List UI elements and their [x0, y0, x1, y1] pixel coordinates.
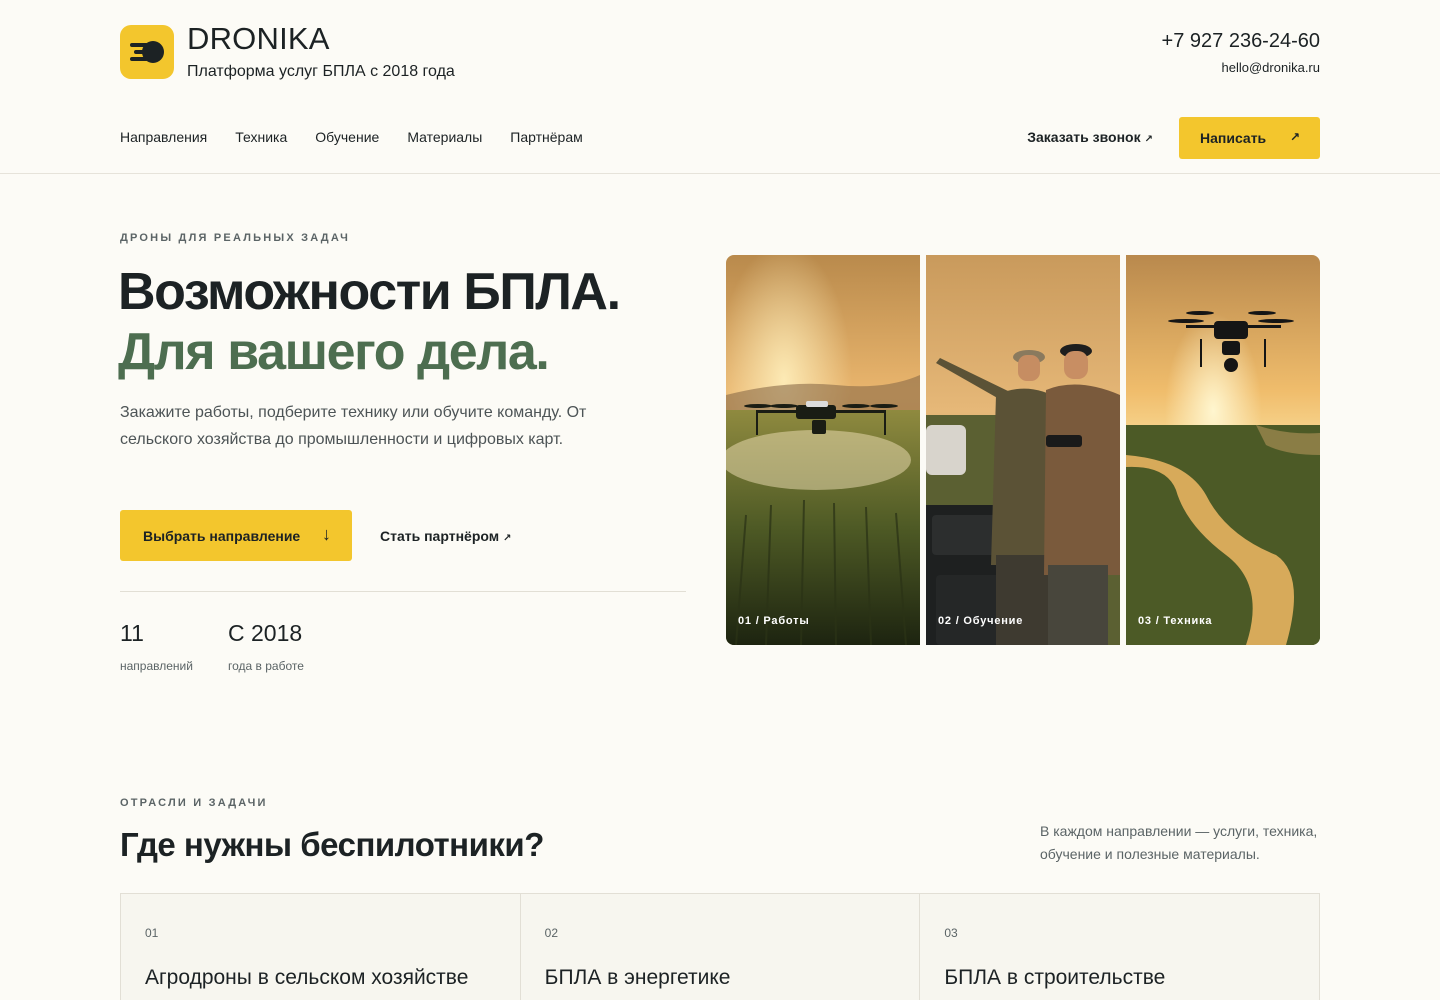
industries-note: В каждом направлении — услуги, техника, …: [1040, 823, 1318, 862]
become-partner-label: Стать партнёром: [380, 528, 500, 544]
drone-river-photo: [1126, 255, 1320, 645]
pilots-photo: [926, 255, 1120, 645]
nav-item-materials[interactable]: Материалы: [407, 129, 482, 145]
hero-gallery: 01 / Работы 02 / Обучение 03 / Техника: [726, 255, 1320, 645]
industries-eyebrow: ОТРАСЛИ И ЗАДАЧИ: [120, 797, 268, 809]
nav-item-directions[interactable]: Направления: [120, 129, 207, 145]
write-button-label: Написать: [1200, 130, 1267, 146]
stat-label: направлений: [120, 659, 193, 673]
card-title: БПЛА в строительстве: [944, 966, 1166, 989]
nav-item-partners[interactable]: Партнёрам: [510, 129, 582, 145]
callback-label: Заказать звонок: [1027, 129, 1141, 145]
brand-tagline: Платформа услуг БПЛА с 2018 года: [187, 63, 455, 80]
callback-link[interactable]: Заказать звонок ↗: [1027, 129, 1153, 145]
stat-directions: 11 направлений: [120, 620, 193, 673]
industries-title: Где нужны беспилотники?: [120, 826, 544, 863]
hero-eyebrow: ДРОНЫ ДЛЯ РЕАЛЬНЫХ ЗАДАЧ: [120, 232, 351, 244]
arrow-down-icon: ↓: [322, 524, 331, 544]
drone-logo-icon: [130, 41, 164, 63]
panel-caption: 02 / Обучение: [938, 615, 1024, 627]
choose-direction-label: Выбрать направление: [143, 527, 301, 544]
write-button[interactable]: Написать ↗: [1179, 117, 1320, 159]
card-number: 02: [544, 926, 559, 940]
card-number: 03: [944, 926, 958, 940]
nav-item-equipment[interactable]: Техника: [235, 129, 287, 145]
stat-value: 11: [120, 620, 144, 646]
industries-cards: 01 Агродроны в сельском хозяйстве 02 БПЛ…: [120, 893, 1320, 1000]
stat-years: С 2018 года в работе: [228, 620, 304, 673]
card-number: 01: [145, 926, 159, 940]
arrow-up-right-icon: ↗: [1144, 134, 1153, 145]
panel-caption: 03 / Техника: [1138, 615, 1213, 627]
become-partner-link[interactable]: Стать партнёром ↗: [380, 528, 511, 544]
panel-caption: 01 / Работы: [738, 615, 810, 627]
hero-title: Возможности БПЛА. Для вашего дела.: [118, 262, 621, 382]
hero-divider: [120, 591, 686, 592]
brand-logo[interactable]: [120, 25, 174, 79]
industry-card-agro[interactable]: 01 Агродроны в сельском хозяйстве: [121, 894, 521, 1000]
main-nav: Направления Техника Обучение Материалы П…: [120, 129, 583, 145]
email-link[interactable]: hello@dronika.ru: [1222, 60, 1320, 75]
industry-card-energy[interactable]: 02 БПЛА в энергетике: [521, 894, 921, 1000]
brand-name[interactable]: DRONIKA: [187, 21, 330, 57]
card-title: БПЛА в энергетике: [544, 966, 731, 989]
stat-value: С 2018: [228, 620, 303, 646]
arrow-up-right-icon: ↗: [1289, 130, 1300, 144]
hero-title-line1: Возможности БПЛА.: [118, 263, 621, 321]
industry-card-construction[interactable]: 03 БПЛА в строительстве: [920, 894, 1319, 1000]
phone-link[interactable]: +7 927 236-24-60: [1162, 30, 1320, 53]
card-title: Агродроны в сельском хозяйстве: [145, 966, 469, 989]
hero-description: Закажите работы, подберите технику или о…: [120, 404, 587, 448]
header-divider: [0, 173, 1440, 174]
nav-item-training[interactable]: Обучение: [315, 129, 379, 145]
hero-title-line2: Для вашего дела.: [118, 323, 550, 381]
gallery-panel-training[interactable]: 02 / Обучение: [926, 255, 1120, 645]
choose-direction-button[interactable]: Выбрать направление ↓: [120, 510, 352, 561]
agro-drone-photo: [726, 255, 920, 645]
gallery-panel-works[interactable]: 01 / Работы: [726, 255, 920, 645]
gallery-panel-equipment[interactable]: 03 / Техника: [1126, 255, 1320, 645]
arrow-up-right-icon: ↗: [503, 533, 512, 544]
stat-label: года в работе: [228, 659, 304, 673]
